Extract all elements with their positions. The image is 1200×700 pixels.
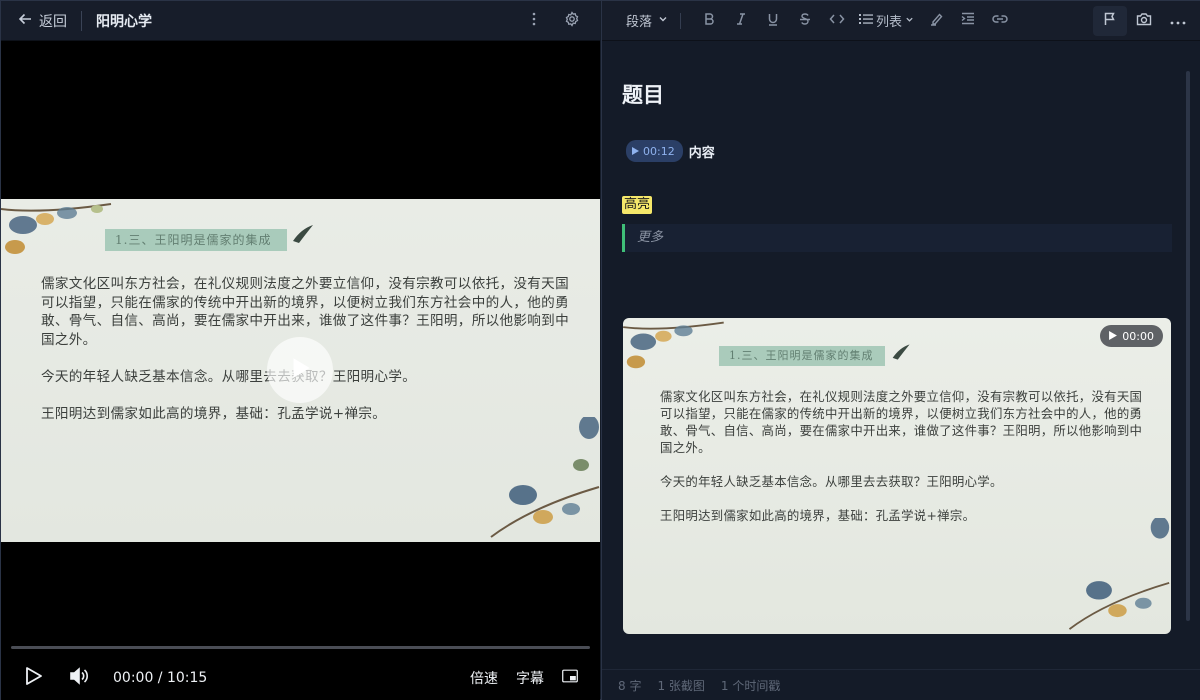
speed-button[interactable]: 倍速 [470,668,498,688]
editor-scrollbar[interactable] [1186,61,1190,646]
blockquote: 更多 [622,224,1172,252]
paragraph-dropdown[interactable]: 段落 [626,11,668,30]
timestamp-chip[interactable]: 00:12 [626,140,683,162]
bold-button[interactable] [693,1,725,41]
flower-branch-decoration [623,321,724,369]
more-vertical-icon [526,11,542,31]
list-dropdown[interactable]: 列表 [859,11,914,30]
screenshot-count: 1 张截图 [657,679,705,693]
timestamp-count: 1 个时间戳 [720,679,781,693]
center-play-button[interactable] [267,337,333,403]
subtitle-button[interactable]: 字幕 [516,668,544,688]
word-count: 8 字 [618,679,642,693]
note-editor[interactable]: 题目 00:12 内容 高亮 更多 1.三、王阳明是儒家的集成 儒家文化区叫东方… [602,41,1200,669]
play-small-icon [632,145,639,158]
screenshot-image[interactable]: 1.三、王阳明是儒家的集成 儒家文化区叫东方社会，在礼仪规则法度之外要立信仰，没… [623,318,1171,634]
flag-icon [1103,12,1117,30]
video-pane: 返回 阳明心学 1.三、王阳明是儒家的集成 儒家文化区叫东方社会，在礼仪规则法度… [1,1,600,700]
strikethrough-button[interactable] [789,1,821,41]
time-display: 00:00 / 10:15 [113,670,208,686]
scrollbar-thumb[interactable] [1186,71,1190,621]
player-controls: 00:00 / 10:15 倍速 字幕 [1,641,600,700]
gear-icon [564,11,580,31]
course-title: 阳明心学 [96,13,152,30]
screenshot-heading: 1.三、王阳明是儒家的集成 [719,346,885,366]
highlighted-text: 高亮 [622,196,653,214]
italic-icon [734,12,748,30]
paragraph-label: 段落 [626,15,653,30]
flower-bottom-decoration [490,417,600,538]
camera-icon [1136,12,1152,30]
screenshot-timestamp-badge[interactable]: 00:00 [1100,325,1163,347]
flower-branch-decoration [1,203,112,254]
play-small-icon [1109,330,1118,343]
timestamp-text: 内容 [688,145,715,161]
timestamp-line: 00:12 内容 [626,140,715,162]
code-button[interactable] [821,1,853,41]
flower-bottom-decoration [1068,518,1170,630]
italic-button[interactable] [725,1,757,41]
indent-icon [961,12,975,29]
link-icon [992,13,1008,29]
chevron-down-icon [905,13,914,28]
bird-decoration [892,344,910,360]
bird-decoration [293,225,313,243]
picture-in-picture-icon [562,668,578,688]
highlight-button[interactable] [920,1,952,41]
screenshot-time: 00:00 [1122,329,1154,343]
play-icon [287,355,313,385]
more-vertical-button[interactable] [526,11,542,31]
video-canvas[interactable]: 1.三、王阳明是儒家的集成 儒家文化区叫东方社会，在礼仪规则法度之外要立信仰，没… [1,41,600,641]
timestamp-value: 00:12 [643,144,675,158]
slide-heading: 1.三、王阳明是儒家的集成 [105,229,287,251]
more-button[interactable] [1161,1,1195,41]
link-button[interactable] [984,1,1016,41]
note-title[interactable]: 题目 [622,79,664,109]
note-pane: 段落 列表 题目 00:12 内容 高亮 更多 1.三、王阳明是儒家的集成 儒家… [601,1,1200,700]
volume-button[interactable] [69,667,89,689]
back-label: 返回 [39,13,67,30]
app-window: 返回 阳明心学 1.三、王阳明是儒家的集成 儒家文化区叫东方社会，在礼仪规则法度… [0,0,1200,700]
underline-button[interactable] [757,1,789,41]
highlighter-icon [929,12,944,30]
strikethrough-icon [798,12,812,30]
player-header: 返回 阳明心学 [1,1,600,41]
picture-in-picture-button[interactable] [562,668,578,688]
screenshot-paragraph: 儒家文化区叫东方社会，在礼仪规则法度之外要立信仰，没有宗教可以依托，没有天国可以… [660,389,1143,455]
arrow-left-icon [17,11,33,31]
video-frame: 1.三、王阳明是儒家的集成 儒家文化区叫东方社会，在礼仪规则法度之外要立信仰，没… [1,199,600,542]
settings-button[interactable] [564,11,580,31]
screenshot-paragraph: 今天的年轻人缺乏基本信念。从哪里去去获取？王阳明心学。 [660,474,1003,489]
list-icon [859,13,874,29]
screenshot-button[interactable] [1127,1,1161,41]
volume-icon [69,667,89,689]
flag-button[interactable] [1093,6,1127,36]
indent-button[interactable] [952,1,984,41]
progress-bar[interactable] [11,646,590,649]
editor-statusbar: 8 字 1 张截图 1 个时间戳 [602,669,1200,700]
toolbar-divider [680,12,682,29]
editor-toolbar: 段落 列表 [602,1,1200,41]
more-horizontal-icon [1170,13,1186,29]
bold-icon [702,12,716,30]
play-button[interactable] [25,666,43,690]
chevron-down-icon [658,13,668,28]
code-icon [829,12,845,30]
list-label: 列表 [876,15,903,30]
play-icon [25,666,43,690]
underline-icon [766,12,780,30]
back-button[interactable]: 返回 [1,1,81,41]
